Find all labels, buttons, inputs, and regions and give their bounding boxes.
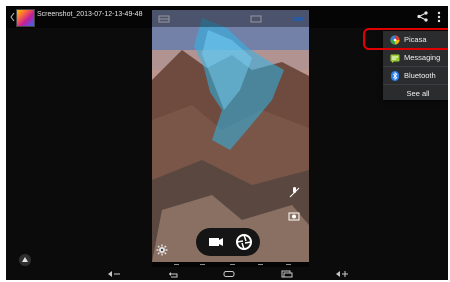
see-all-button[interactable]: See all [383, 85, 448, 102]
landscape-mode-icon[interactable] [158, 15, 170, 23]
share-menu-item-label: Messaging [404, 53, 441, 62]
see-all-label: See all [406, 89, 430, 98]
system-nav-bar [6, 268, 448, 280]
preview-top-controls [152, 10, 309, 27]
volume-up-icon[interactable] [335, 270, 349, 278]
gallery-screen: Screenshot_2013-07-12-13-49-48 Picasa Me… [6, 6, 448, 280]
share-menu-item-bluetooth[interactable]: Bluetooth [383, 67, 448, 84]
exposure-icon[interactable] [288, 210, 300, 222]
capture-mode-pill [196, 228, 260, 256]
panorama-icon[interactable] [292, 15, 304, 23]
chevron-left-icon[interactable] [10, 12, 15, 22]
inner-nav-strip [152, 262, 309, 267]
settings-gear-icon[interactable] [156, 244, 168, 256]
share-menu-item-messaging[interactable]: Messaging [383, 49, 448, 66]
home-icon[interactable] [222, 270, 236, 278]
shutter-icon[interactable] [230, 228, 258, 256]
thumbnail-icon[interactable] [16, 9, 35, 27]
back-icon[interactable] [166, 270, 180, 278]
messaging-icon [390, 54, 400, 63]
mini-nav-icons [174, 264, 291, 265]
volume-down-icon[interactable] [107, 270, 121, 278]
landscape-photo [152, 10, 309, 262]
gallery-badge-icon[interactable] [18, 253, 32, 267]
crop-icon[interactable] [250, 15, 262, 23]
highlight-outline [363, 28, 448, 50]
image-filename: Screenshot_2013-07-12-13-49-48 [37, 11, 143, 18]
overflow-menu-icon[interactable] [437, 11, 441, 23]
share-icon[interactable] [417, 11, 428, 22]
video-camera-icon[interactable] [202, 228, 230, 256]
camera-preview-image[interactable] [152, 10, 309, 262]
share-menu-item-label: Bluetooth [404, 71, 436, 80]
recent-apps-icon[interactable] [279, 270, 293, 278]
bluetooth-icon [391, 71, 399, 81]
microphone-off-icon[interactable] [288, 186, 300, 198]
